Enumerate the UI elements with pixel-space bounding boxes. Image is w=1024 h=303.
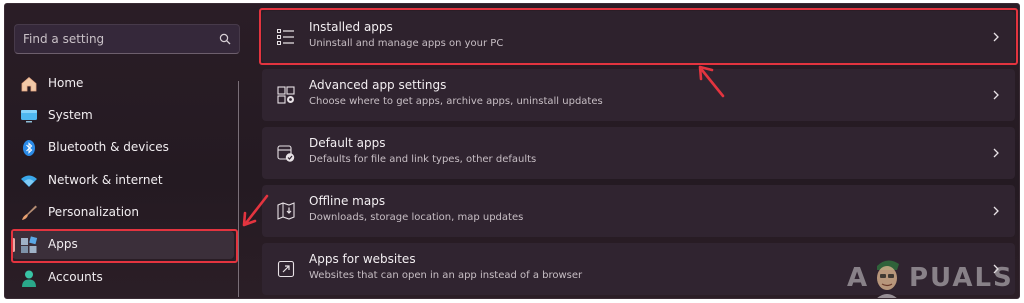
watermark-mascot-icon [877,260,899,298]
sidebar-item-system[interactable]: System [12,102,234,130]
card-title: Advanced app settings [309,78,447,92]
sidebar-item-label: Bluetooth & devices [48,140,169,154]
search-input[interactable]: Find a setting [14,24,240,54]
card-title: Offline maps [309,194,386,208]
card-default-apps[interactable]: Default apps Defaults for file and link … [262,127,1015,179]
card-title: Default apps [309,136,386,150]
list-icon [277,29,294,45]
open-in-app-icon [277,260,295,278]
sidebar-item-apps[interactable]: Apps [12,231,234,259]
wifi-icon [21,175,37,187]
search-icon[interactable] [219,33,231,45]
annotation-arrow-installed-apps [698,65,725,98]
card-offline-maps[interactable]: Offline maps Downloads, storage location… [262,185,1015,237]
sidebar-item-personalization[interactable]: Personalization [12,199,234,227]
app-settings-icon [277,86,295,104]
sidebar-item-label: Home [48,76,84,90]
sidebar-item-label: Accounts [48,270,103,284]
annotation-arrow-apps [242,194,269,227]
settings-window: Find a setting Home System Bluetooth & d… [4,3,1020,299]
brush-icon [22,205,37,220]
sidebar-scrollbar[interactable] [238,81,239,297]
sidebar-item-network[interactable]: Network & internet [12,167,234,195]
chevron-right-icon [993,206,999,216]
card-title: Apps for websites [309,252,416,266]
sidebar-item-accounts[interactable]: Accounts [12,264,234,292]
watermark-letters: PUALS [909,263,1014,293]
sidebar-item-label: Apps [48,237,78,251]
sidebar-item-home[interactable]: Home [12,70,234,98]
person-icon [22,270,36,287]
appuals-watermark: A PUALS [847,256,1019,298]
apps-icon [21,236,38,253]
map-icon [277,202,295,220]
chevron-right-icon [993,148,999,158]
bluetooth-icon [23,140,35,156]
default-apps-icon [277,145,295,162]
card-subtitle: Websites that can open in an app instead… [309,270,583,281]
watermark-letter-a: A [847,263,870,293]
sidebar-item-label: Personalization [48,205,139,219]
card-installed-apps[interactable]: Installed apps Uninstall and manage apps… [262,11,1015,63]
home-icon [21,76,37,92]
selection-indicator [12,238,15,252]
system-display-icon [21,110,37,123]
sidebar-item-label: System [48,108,93,122]
card-subtitle: Uninstall and manage apps on your PC [309,38,504,49]
sidebar-item-label: Network & internet [48,173,163,187]
card-subtitle: Downloads, storage location, map updates [309,212,524,223]
sidebar-item-bluetooth[interactable]: Bluetooth & devices [12,134,234,162]
chevron-right-icon [993,32,999,42]
card-title: Installed apps [309,20,393,34]
card-advanced-app-settings[interactable]: Advanced app settings Choose where to ge… [262,69,1015,121]
chevron-right-icon [993,90,999,100]
search-placeholder: Find a setting [23,32,105,46]
card-subtitle: Choose where to get apps, archive apps, … [309,96,603,107]
card-subtitle: Defaults for file and link types, other … [309,154,537,165]
